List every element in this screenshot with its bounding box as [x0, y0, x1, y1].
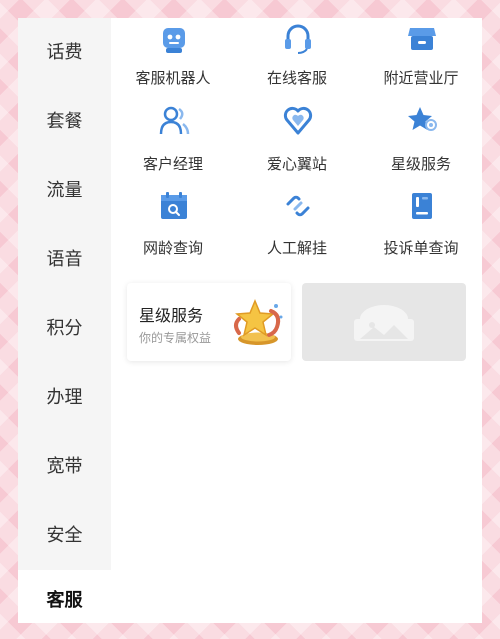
sidebar-item-handle[interactable]: 办理 [18, 363, 111, 432]
sidebar-item-data[interactable]: 流量 [18, 156, 111, 225]
sidebar-item-phone-bill[interactable]: 话费 [18, 18, 111, 87]
sidebar-item-package[interactable]: 套餐 [18, 87, 111, 156]
card-title: 星级服务 [139, 306, 204, 325]
service-label: 客户经理 [142, 155, 203, 173]
star-service-card[interactable]: 星级服务 你的专属权益 [127, 283, 291, 361]
sidebar-item-broadband[interactable]: 宽带 [18, 432, 111, 501]
unlink-icon [286, 195, 310, 217]
manager-icon [159, 106, 190, 135]
service-network-age[interactable]: 网龄查询 [111, 186, 235, 270]
service-label: 人工解挂 [266, 239, 327, 257]
service-label: 爱心翼站 [266, 155, 327, 173]
service-label: 星级服务 [390, 155, 451, 173]
service-label: 网龄查询 [142, 239, 203, 257]
card-subtitle: 你的专属权益 [139, 331, 212, 345]
calendar-search-icon [161, 192, 187, 219]
robot-icon [163, 28, 185, 53]
star-icon [408, 107, 437, 131]
sidebar-item-points[interactable]: 积分 [18, 294, 111, 363]
service-label: 客服机器人 [135, 69, 211, 87]
category-sidebar: 话费 套餐 流量 语音 积分 办理 宽带 安全 [18, 18, 111, 570]
image-placeholder-card [302, 283, 466, 361]
placeholder-image-icon [354, 305, 414, 341]
heart-location-icon [283, 106, 313, 135]
service-love-station[interactable]: 爱心翼站 [235, 102, 359, 186]
sidebar-item-security[interactable]: 安全 [18, 501, 111, 570]
service-label: 投诉单查询 [383, 239, 459, 257]
service-label: 附近营业厅 [383, 69, 459, 87]
document-icon [412, 193, 432, 219]
service-robot[interactable]: 客服机器人 [111, 18, 235, 102]
trophy-star-icon [234, 299, 283, 345]
service-complaint[interactable]: 投诉单查询 [359, 186, 482, 270]
sidebar-item-voice[interactable]: 语音 [18, 225, 111, 294]
headset-icon [285, 24, 311, 54]
service-store[interactable]: 附近营业厅 [359, 18, 482, 102]
sidebar-item-customer-service[interactable]: 客服 [18, 570, 111, 623]
service-online[interactable]: 在线客服 [235, 18, 359, 102]
service-manual-unlock[interactable]: 人工解挂 [235, 186, 359, 270]
service-label: 在线客服 [266, 69, 327, 87]
store-icon [408, 28, 436, 50]
service-content: 客服机器人 在线客服 附近营业厅 客户经理 爱心翼站 星级服务 网龄查询 人工解… [111, 18, 482, 623]
service-panel: 话费 套餐 流量 语音 积分 办理 宽带 安全 客服 客服机器人 在线客服 附近… [18, 18, 482, 623]
service-manager[interactable]: 客户经理 [111, 102, 235, 186]
service-star[interactable]: 星级服务 [359, 102, 482, 186]
